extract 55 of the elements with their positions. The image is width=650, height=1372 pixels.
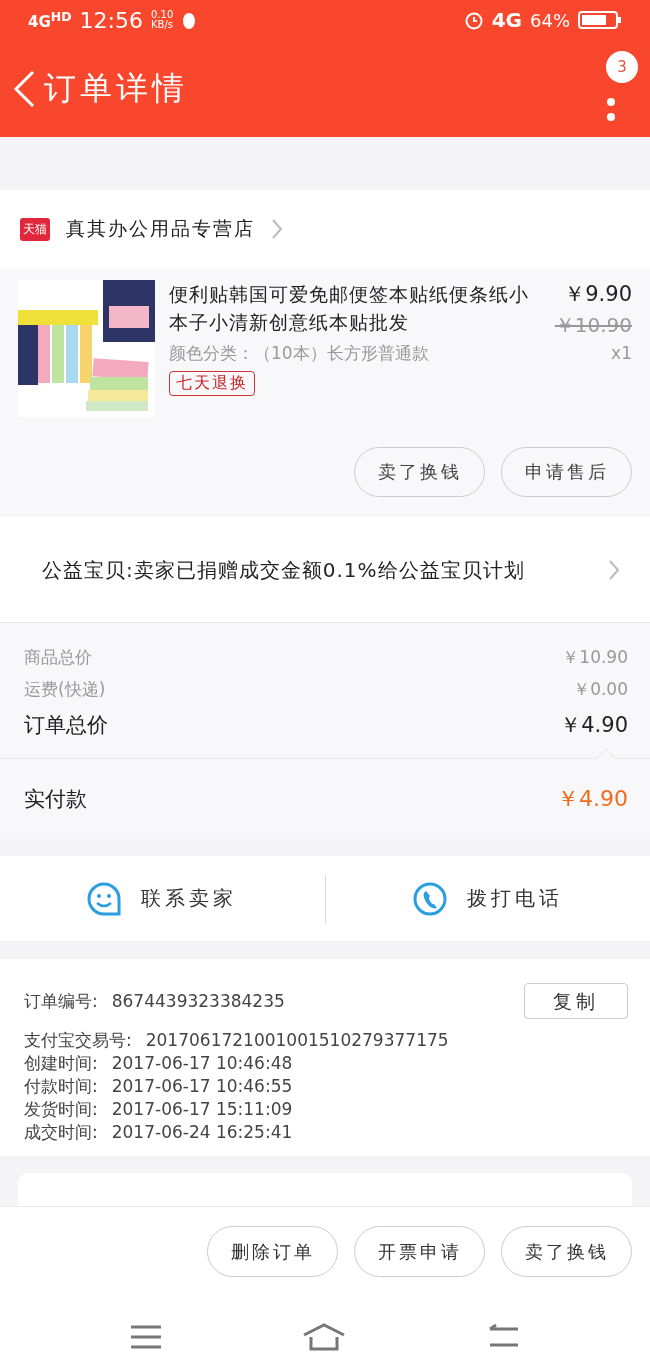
info-value: 2017-06-17 15:11:09 (111, 1098, 293, 1121)
product-title[interactable]: 便利贴韩国可爱免邮便签本贴纸便条纸小本子小清新创意纸本贴批发 (169, 280, 541, 336)
return-policy-tag: 七天退换 (169, 371, 255, 396)
info-value: 2017-06-17 10:46:48 (111, 1052, 293, 1075)
price-label: 运费(快递) (24, 677, 106, 701)
info-value: 2017-06-17 10:46:55 (111, 1075, 293, 1098)
product-price: ￥9.90 (563, 281, 632, 308)
chat-icon (87, 881, 122, 916)
phone-icon (412, 881, 447, 916)
info-value: 2017-06-24 16:25:41 (111, 1121, 293, 1144)
info-label: 创建时间: (24, 1052, 98, 1075)
network-speed: 0.10 (151, 10, 174, 20)
price-label: 商品总价 (24, 645, 92, 669)
chevron-right-icon (271, 218, 283, 240)
more-icon[interactable] (606, 96, 616, 123)
info-label: 订单编号: (24, 989, 98, 1013)
product-quantity: x1 (610, 343, 632, 363)
home-icon[interactable] (302, 1323, 346, 1351)
item-action-button[interactable]: 卖了换钱 (354, 447, 485, 497)
mobile-network: 4G (491, 8, 522, 32)
paid-label: 实付款 (24, 786, 87, 813)
back-icon[interactable] (12, 68, 36, 109)
price-value: ￥0.00 (573, 677, 628, 701)
item-action-button[interactable]: 申请售后 (501, 447, 632, 497)
info-label: 发货时间: (24, 1098, 98, 1121)
network-indicator: 4G$^{HD}$ (28, 9, 72, 31)
order-action-button[interactable]: 开票申请 (354, 1226, 485, 1277)
price-value: ￥10.90 (562, 645, 628, 669)
contact-button[interactable]: 拨打电话 (324, 873, 650, 924)
tmall-badge: 天猫 (20, 217, 50, 241)
order-action-button[interactable]: 删除订单 (207, 1226, 338, 1277)
original-price: ￥10.90 (554, 312, 632, 339)
contact-button[interactable]: 联系卖家 (0, 873, 325, 924)
copy-button[interactable]: 复制 (524, 983, 628, 1019)
alarm-icon (463, 10, 484, 30)
battery-percent: 64% (530, 9, 570, 31)
info-label: 成交时间: (24, 1121, 98, 1144)
menu-icon[interactable] (130, 1324, 162, 1350)
paid-amount: ￥4.90 (557, 785, 628, 813)
clock: 12:56 (79, 7, 143, 33)
speed-unit: KB/s (151, 20, 174, 30)
battery-icon (578, 10, 622, 30)
price-label: 订单总价 (24, 712, 108, 739)
shop-name[interactable]: 真其办公用品专营店 (66, 216, 255, 242)
order-action-button[interactable]: 卖了换钱 (501, 1226, 632, 1277)
info-value: 2017061721001001510279377175 (145, 1029, 449, 1052)
product-variant: 颜色分类：（10本）长方形普通款 (169, 342, 430, 365)
price-value: ￥4.90 (560, 712, 628, 739)
info-label: 付款时间: (24, 1075, 98, 1098)
info-label: 支付宝交易号: (24, 1029, 132, 1052)
notification-badge: 3 (606, 50, 638, 83)
chevron-right-icon (608, 558, 620, 581)
page-title: 订单详情 (44, 67, 189, 109)
charity-notice: 公益宝贝:卖家已捐赠成交金额0.1%给公益宝贝计划 (42, 556, 526, 584)
info-value: 8674439323384235 (111, 989, 285, 1013)
